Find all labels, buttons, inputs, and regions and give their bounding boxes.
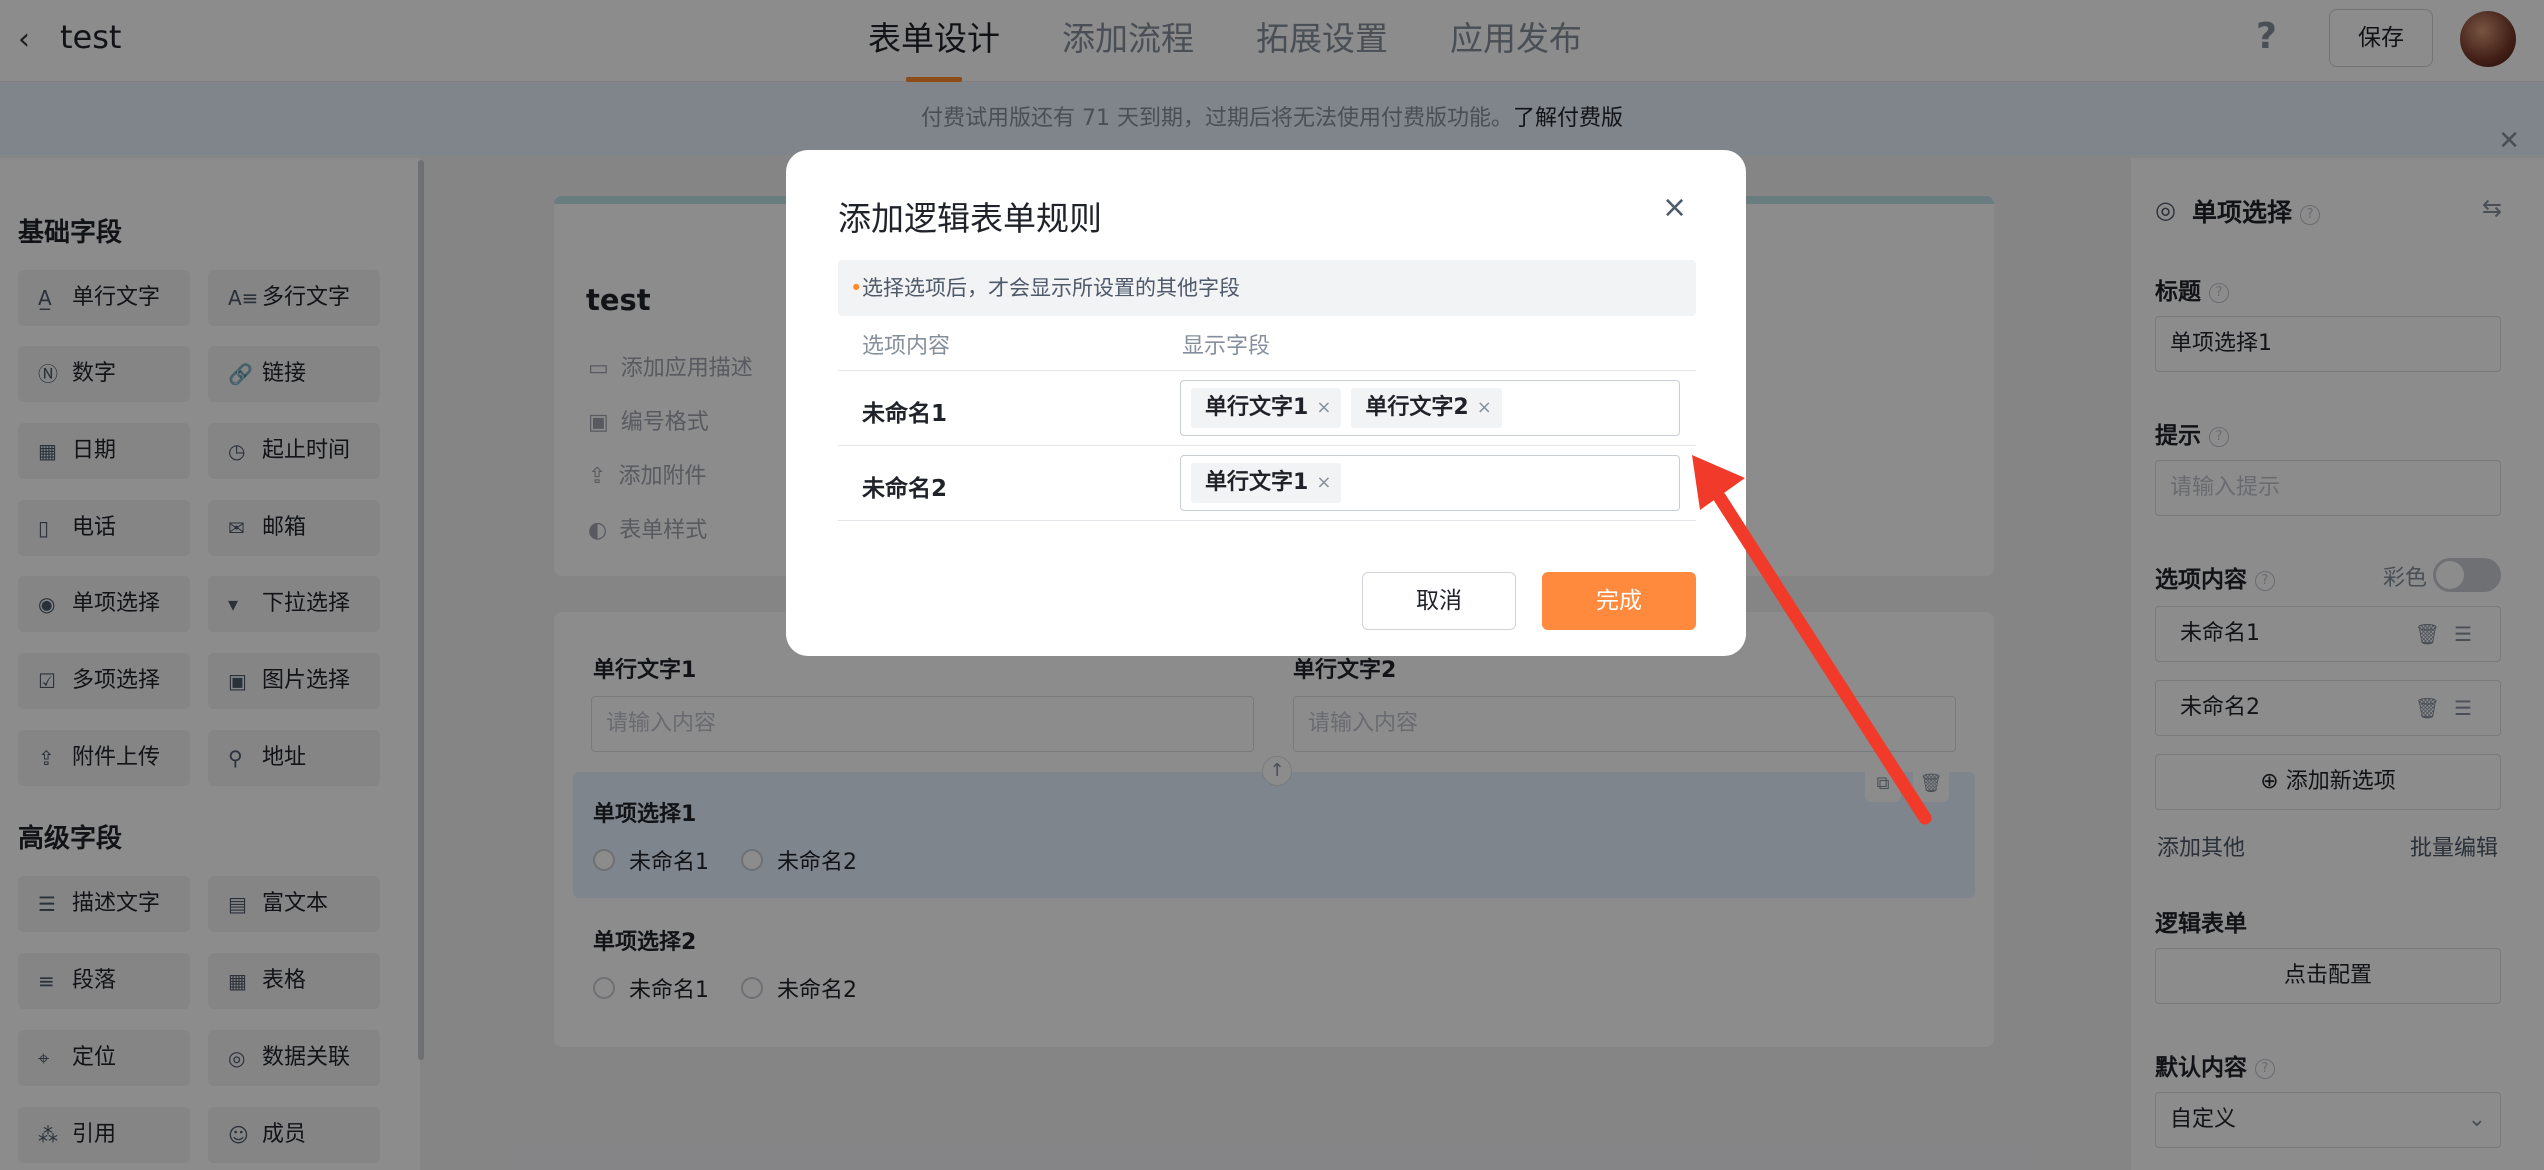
column-option: 选项内容 xyxy=(862,334,951,359)
rule-row-name: 未命名1 xyxy=(862,401,948,427)
close-icon[interactable]: × xyxy=(1316,463,1331,503)
dialog-tip: • 选择选项后，才会显示所设置的其他字段 xyxy=(838,260,1696,316)
cancel-button[interactable]: 取消 xyxy=(1362,572,1516,630)
field-tag: 单行文字2 × xyxy=(1351,388,1502,428)
field-tag-label: 单行文字2 xyxy=(1365,395,1469,420)
field-tag-label: 单行文字1 xyxy=(1205,395,1309,420)
close-icon[interactable]: × xyxy=(1477,388,1492,428)
divider xyxy=(838,445,1696,446)
dialog-tip-text: 选择选项后，才会显示所设置的其他字段 xyxy=(862,276,1240,300)
column-fields: 显示字段 xyxy=(1182,334,1271,359)
close-icon[interactable]: × xyxy=(1316,388,1331,428)
bullet-dot: • xyxy=(850,276,863,300)
fields-select[interactable]: 单行文字1 × xyxy=(1180,455,1680,511)
divider xyxy=(838,520,1696,521)
field-tag: 单行文字1 × xyxy=(1191,463,1342,503)
rule-row-name: 未命名2 xyxy=(862,476,948,502)
field-tag-label: 单行文字1 xyxy=(1205,470,1309,495)
done-button[interactable]: 完成 xyxy=(1542,572,1696,630)
close-icon[interactable]: × xyxy=(1662,190,1687,225)
fields-select[interactable]: 单行文字1 × 单行文字2 × xyxy=(1180,380,1680,436)
dialog-title: 添加逻辑表单规则 xyxy=(838,199,1102,238)
field-tag: 单行文字1 × xyxy=(1191,388,1342,428)
logic-rule-dialog: 添加逻辑表单规则 × • 选择选项后，才会显示所设置的其他字段 选项内容 显示字段… xyxy=(786,150,1746,656)
divider xyxy=(838,370,1696,371)
